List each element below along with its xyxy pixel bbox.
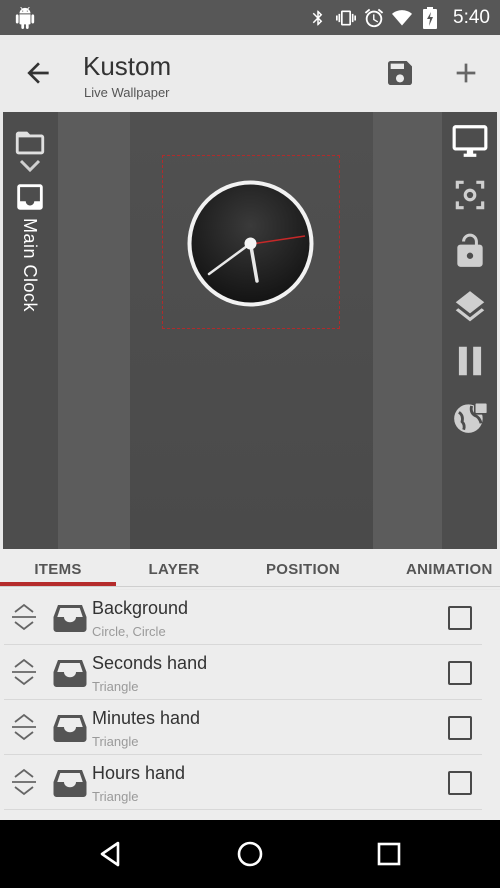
chevron-down-icon[interactable]	[11, 158, 49, 176]
inbox-icon[interactable]	[11, 180, 49, 214]
screenshot-icon[interactable]	[451, 176, 489, 214]
app-title: Kustom	[83, 51, 172, 81]
list-item[interactable]: Background Circle, Circle	[4, 590, 482, 645]
item-checkbox[interactable]	[448, 606, 472, 630]
back-triangle-icon[interactable]	[96, 839, 126, 869]
inbox-icon	[53, 660, 87, 687]
layers-icon[interactable]	[451, 288, 489, 326]
globe-lock-icon[interactable]	[451, 398, 489, 436]
wallpaper-preview: Main Clock	[3, 112, 497, 549]
reorder-icon[interactable]	[9, 602, 39, 632]
system-nav-bar	[0, 820, 500, 888]
inbox-icon	[53, 605, 87, 632]
tab-position[interactable]: POSITION	[232, 549, 374, 589]
clock-preview[interactable]	[185, 178, 316, 309]
add-icon[interactable]	[450, 57, 482, 89]
items-list: Background Circle, Circle Seconds hand T…	[0, 590, 500, 820]
bluetooth-icon	[307, 7, 329, 29]
save-icon[interactable]	[384, 57, 416, 89]
app-subtitle: Live Wallpaper	[84, 85, 170, 100]
app-bar: Kustom Live Wallpaper	[0, 35, 500, 112]
item-checkbox[interactable]	[448, 716, 472, 740]
reorder-icon[interactable]	[9, 712, 39, 742]
item-type: Triangle	[92, 679, 139, 694]
item-name: Hours hand	[92, 763, 186, 783]
item-type: Triangle	[92, 734, 139, 749]
inbox-icon	[53, 715, 87, 742]
reorder-icon[interactable]	[9, 657, 39, 687]
home-circle-icon[interactable]	[235, 839, 265, 869]
reorder-icon[interactable]	[9, 767, 39, 797]
pause-icon[interactable]	[451, 342, 489, 380]
tab-divider	[0, 586, 500, 587]
vibrate-icon	[335, 7, 357, 29]
list-item[interactable]: Seconds hand Triangle	[4, 645, 482, 700]
sidebar-label: Main Clock	[20, 218, 40, 313]
item-checkbox[interactable]	[448, 771, 472, 795]
monitor-icon[interactable]	[451, 122, 489, 160]
item-name: Background	[92, 598, 189, 618]
wifi-icon	[391, 7, 413, 29]
inbox-icon	[53, 770, 87, 797]
folder-open-icon[interactable]	[11, 126, 49, 160]
android-icon	[15, 7, 35, 29]
item-type: Triangle	[92, 789, 139, 804]
recents-square-icon[interactable]	[374, 839, 404, 869]
lock-icon[interactable]	[451, 232, 489, 270]
tab-layer[interactable]: LAYER	[116, 549, 232, 589]
item-name: Minutes hand	[92, 708, 201, 728]
item-name: Seconds hand	[92, 653, 208, 673]
alarm-icon	[363, 7, 385, 29]
battery-icon	[419, 6, 441, 29]
list-item[interactable]: Hours hand Triangle	[4, 755, 482, 810]
item-checkbox[interactable]	[448, 661, 472, 685]
item-type: Circle, Circle	[92, 624, 166, 639]
list-item[interactable]: Minutes hand Triangle	[4, 700, 482, 755]
left-toolbar	[3, 112, 58, 549]
status-bar: 5:40	[0, 0, 500, 35]
back-arrow-icon[interactable]	[22, 57, 54, 89]
tab-animation[interactable]: ANIMATION	[374, 549, 500, 589]
clock-time: 5:40	[453, 6, 490, 28]
